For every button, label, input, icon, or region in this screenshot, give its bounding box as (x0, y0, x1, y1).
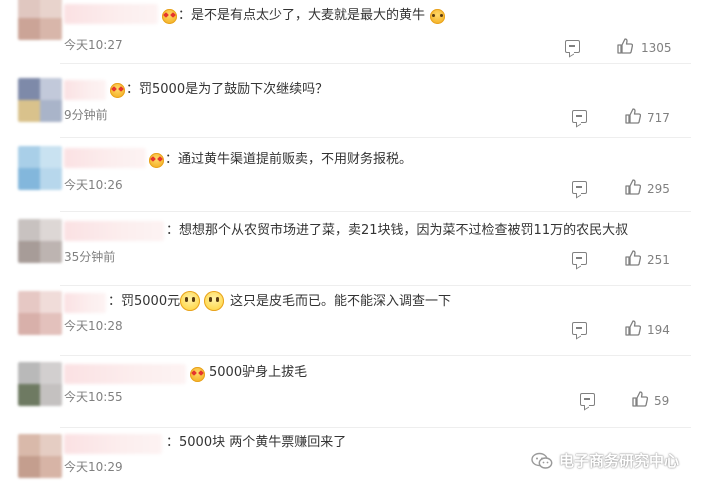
comment-time: 今天10:28 (64, 319, 123, 333)
avatar-pixel (18, 456, 40, 478)
avatar-pixel (18, 78, 40, 100)
avatar-pixel (18, 146, 40, 168)
username[interactable] (64, 80, 106, 100)
reply-icon[interactable] (580, 393, 595, 406)
username[interactable] (64, 148, 146, 168)
like-count: 59 (654, 394, 670, 408)
avatar-pixel (18, 219, 40, 241)
sweat-emoji (430, 9, 445, 24)
like-count: 251 (647, 253, 670, 267)
heart-eyes-emoji (149, 153, 164, 168)
like-count: 295 (647, 182, 670, 196)
avatar-pixel (18, 100, 40, 122)
avatar-pixel (40, 291, 62, 313)
watermark-text: 电子商务研究中心 (558, 452, 679, 470)
avatar[interactable] (18, 362, 62, 406)
comment-text: ：罚5000元 (108, 294, 181, 309)
comment-item: ：是不是有点太少了，大麦就是最大的黄牛 今天10:27 1305 (0, 0, 701, 70)
wechat-icon (531, 452, 553, 469)
thumbs-up-icon[interactable] (625, 320, 641, 336)
like-count: 717 (647, 111, 670, 125)
reply-icon[interactable] (572, 181, 587, 194)
reply-icon[interactable] (565, 40, 580, 53)
thumbs-up-icon[interactable] (625, 250, 641, 266)
avatar-pixel (40, 384, 62, 406)
username[interactable] (64, 293, 106, 313)
comment-time: 35分钟前 (64, 250, 116, 264)
avatar-pixel (40, 146, 62, 168)
avatar-pixel (18, 434, 40, 456)
avatar-pixel (18, 18, 40, 40)
like-count: 194 (647, 323, 670, 337)
thumbs-up-icon[interactable] (625, 179, 641, 195)
comment-text: ：想想那个从农贸市场进了菜，卖21块钱，因为菜不过检查被罚11万的农民大叔 (166, 223, 629, 238)
thumbs-up-icon[interactable] (617, 38, 633, 54)
avatar[interactable] (18, 434, 62, 478)
reply-icon[interactable] (572, 322, 587, 335)
username[interactable] (64, 434, 162, 454)
comment-text: ：通过黄牛渠道提前贩卖，不用财务报税。 (165, 152, 413, 167)
comment-item: ：想想那个从农贸市场进了菜，卖21块钱，因为菜不过检查被罚11万的农民大叔 35… (0, 213, 701, 286)
divider (60, 137, 691, 138)
like-count: 1305 (641, 41, 672, 55)
username[interactable] (64, 364, 186, 384)
reply-icon[interactable] (572, 252, 587, 265)
watermark: 电子商务研究中心 (531, 450, 679, 471)
comment-text: ：是不是有点太少了，大麦就是最大的黄牛 (178, 8, 426, 23)
avatar-pixel (18, 384, 40, 406)
username[interactable] (64, 221, 164, 241)
avatar-pixel (40, 434, 62, 456)
comment-time: 今天10:55 (64, 390, 123, 404)
avatar-pixel (40, 313, 62, 335)
avatar-pixel (40, 219, 62, 241)
comment-time: 今天10:29 (64, 460, 123, 474)
comment-time: 今天10:27 (64, 38, 123, 52)
comment-text: ：5000块 两个黄牛票赚回来了 (166, 435, 347, 450)
smile-emoji (180, 291, 200, 311)
heart-eyes-emoji (190, 367, 205, 382)
avatar-pixel (40, 362, 62, 384)
avatar-pixel (18, 0, 40, 18)
heart-eyes-emoji (162, 9, 177, 24)
avatar-pixel (40, 78, 62, 100)
comment-item: 5000驴身上拔毛 今天10:55 59 (0, 356, 701, 428)
divider (60, 63, 691, 64)
avatar[interactable] (18, 146, 62, 190)
avatar-pixel (18, 362, 40, 384)
avatar-pixel (40, 18, 62, 40)
thumbs-up-icon[interactable] (625, 108, 641, 124)
reply-icon[interactable] (572, 110, 587, 123)
comment-time: 今天10:26 (64, 178, 123, 192)
comment-text: 5000驴身上拔毛 (209, 365, 308, 380)
avatar-pixel (18, 291, 40, 313)
avatar-pixel (18, 241, 40, 263)
avatar[interactable] (18, 0, 62, 40)
thumbs-up-icon[interactable] (632, 391, 648, 407)
heart-eyes-emoji (110, 83, 125, 98)
avatar-pixel (40, 168, 62, 190)
avatar-pixel (40, 241, 62, 263)
comment-time: 9分钟前 (64, 108, 108, 122)
smile-emoji (204, 291, 224, 311)
comment-text: ：罚5000是为了鼓励下次继续吗？ (126, 82, 329, 97)
avatar-pixel (18, 168, 40, 190)
divider (60, 211, 691, 212)
avatar-pixel (40, 100, 62, 122)
avatar-pixel (18, 313, 40, 335)
avatar-pixel (40, 456, 62, 478)
username[interactable] (64, 4, 158, 24)
comment-item: ：罚5000元 这只是皮毛而已。能不能深入调查一下 今天10:28 194 (0, 285, 701, 356)
avatar-pixel (40, 0, 62, 18)
comment-item: ：罚5000是为了鼓励下次继续吗？ 9分钟前 717 (0, 72, 701, 142)
comment-item: ：通过黄牛渠道提前贩卖，不用财务报税。 今天10:26 295 (0, 140, 701, 212)
avatar[interactable] (18, 78, 62, 122)
avatar[interactable] (18, 219, 62, 263)
comment-text-continued: 这只是皮毛而已。能不能深入调查一下 (230, 294, 452, 309)
avatar[interactable] (18, 291, 62, 335)
